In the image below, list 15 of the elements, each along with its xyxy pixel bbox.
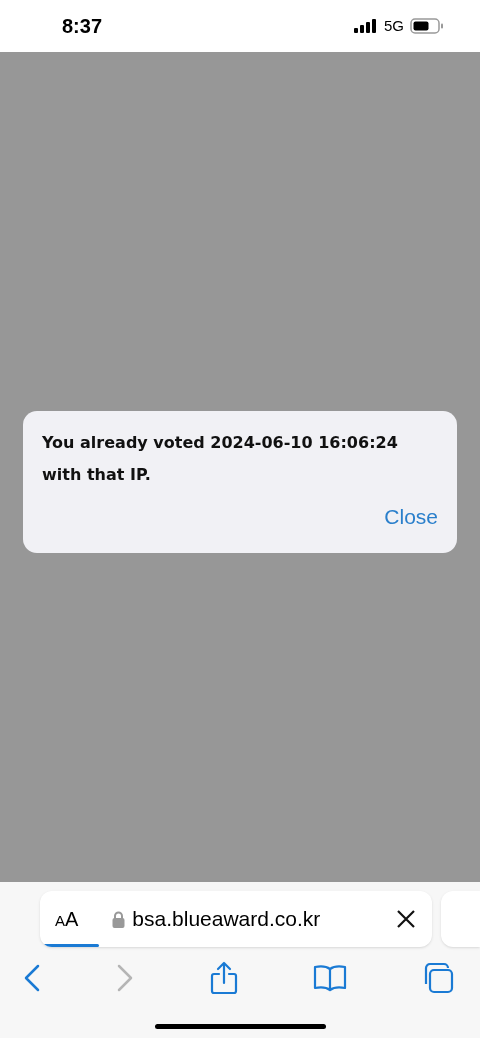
share-icon[interactable] xyxy=(209,961,238,995)
close-icon[interactable] xyxy=(395,909,416,929)
tabs-icon[interactable] xyxy=(422,962,454,994)
bookmarks-icon[interactable] xyxy=(312,964,347,992)
back-icon[interactable] xyxy=(23,964,41,992)
lock-icon xyxy=(112,910,126,928)
alert-message: You already voted 2024-06-10 16:06:24 with that IP. xyxy=(42,432,399,487)
url-text: bsa.blueaward.co.kr xyxy=(132,906,321,933)
battery-icon xyxy=(410,18,444,34)
close-button[interactable]: Close xyxy=(384,501,438,533)
status-time: 8:37 xyxy=(62,14,103,39)
network-label: 5G xyxy=(384,15,404,36)
reader-button[interactable]: AA xyxy=(55,904,79,934)
signal-icon xyxy=(354,19,378,33)
address-bar[interactable]: AA bsa.blueaward.co.kr xyxy=(40,891,432,947)
